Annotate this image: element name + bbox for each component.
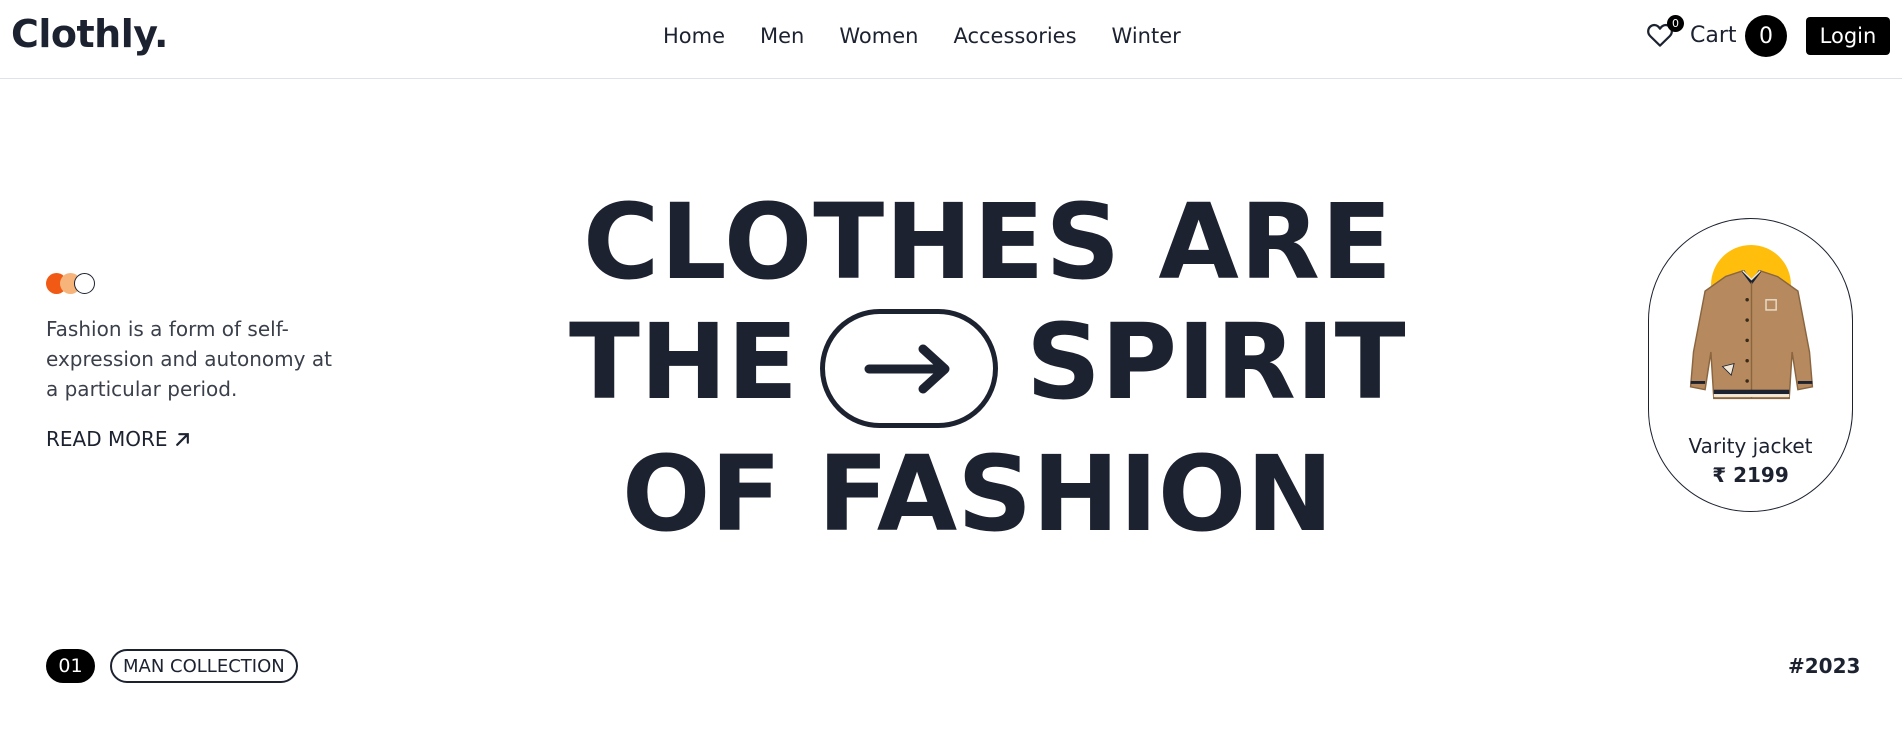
nav-home-link[interactable]: Home: [663, 24, 725, 48]
login-button[interactable]: Login: [1806, 17, 1890, 55]
swatch-white[interactable]: [74, 273, 95, 294]
jacket-image: [1689, 269, 1814, 400]
nav-women-link[interactable]: Women: [839, 24, 918, 48]
nav-accessories-link[interactable]: Accessories: [953, 24, 1076, 48]
hero-heading-line-2-left: THE: [569, 301, 799, 423]
read-more-label: READ MORE: [46, 427, 168, 451]
nav-winter-link[interactable]: Winter: [1112, 24, 1181, 48]
collection-tag[interactable]: MAN COLLECTION: [110, 649, 298, 683]
collection-number-badge: 01: [46, 649, 95, 683]
brand-logo[interactable]: Clothly.: [11, 12, 168, 56]
featured-product-card[interactable]: Varity jacket ₹ 2199: [1648, 218, 1853, 512]
wishlist-count-badge: 0: [1667, 15, 1684, 32]
hero-heading-line-1: CLOTHES ARE: [583, 181, 1394, 303]
hero-heading-line-3: OF FASHION: [622, 433, 1334, 555]
cart-link[interactable]: Cart: [1690, 23, 1737, 48]
arrow-right-icon: [864, 344, 950, 393]
hero-heading-line-2-right: SPIRIT: [1026, 301, 1406, 423]
hero-arrow-button[interactable]: [820, 309, 998, 428]
read-more-link[interactable]: READ MORE: [46, 427, 191, 451]
product-name: Varity jacket: [1688, 434, 1813, 458]
cart-count-badge[interactable]: 0: [1745, 15, 1787, 57]
site-header: Clothly. Home Men Women Accessories Wint…: [0, 0, 1902, 79]
intro-text: Fashion is a form of self-expression and…: [46, 317, 332, 401]
nav-men-link[interactable]: Men: [760, 24, 804, 48]
main-nav: Home Men Women Accessories Winter: [663, 24, 1181, 48]
year-tag: #2023: [1788, 654, 1861, 678]
product-price: ₹ 2199: [1712, 463, 1789, 487]
color-swatches: [46, 273, 106, 295]
arrow-up-right-icon: [175, 432, 189, 446]
